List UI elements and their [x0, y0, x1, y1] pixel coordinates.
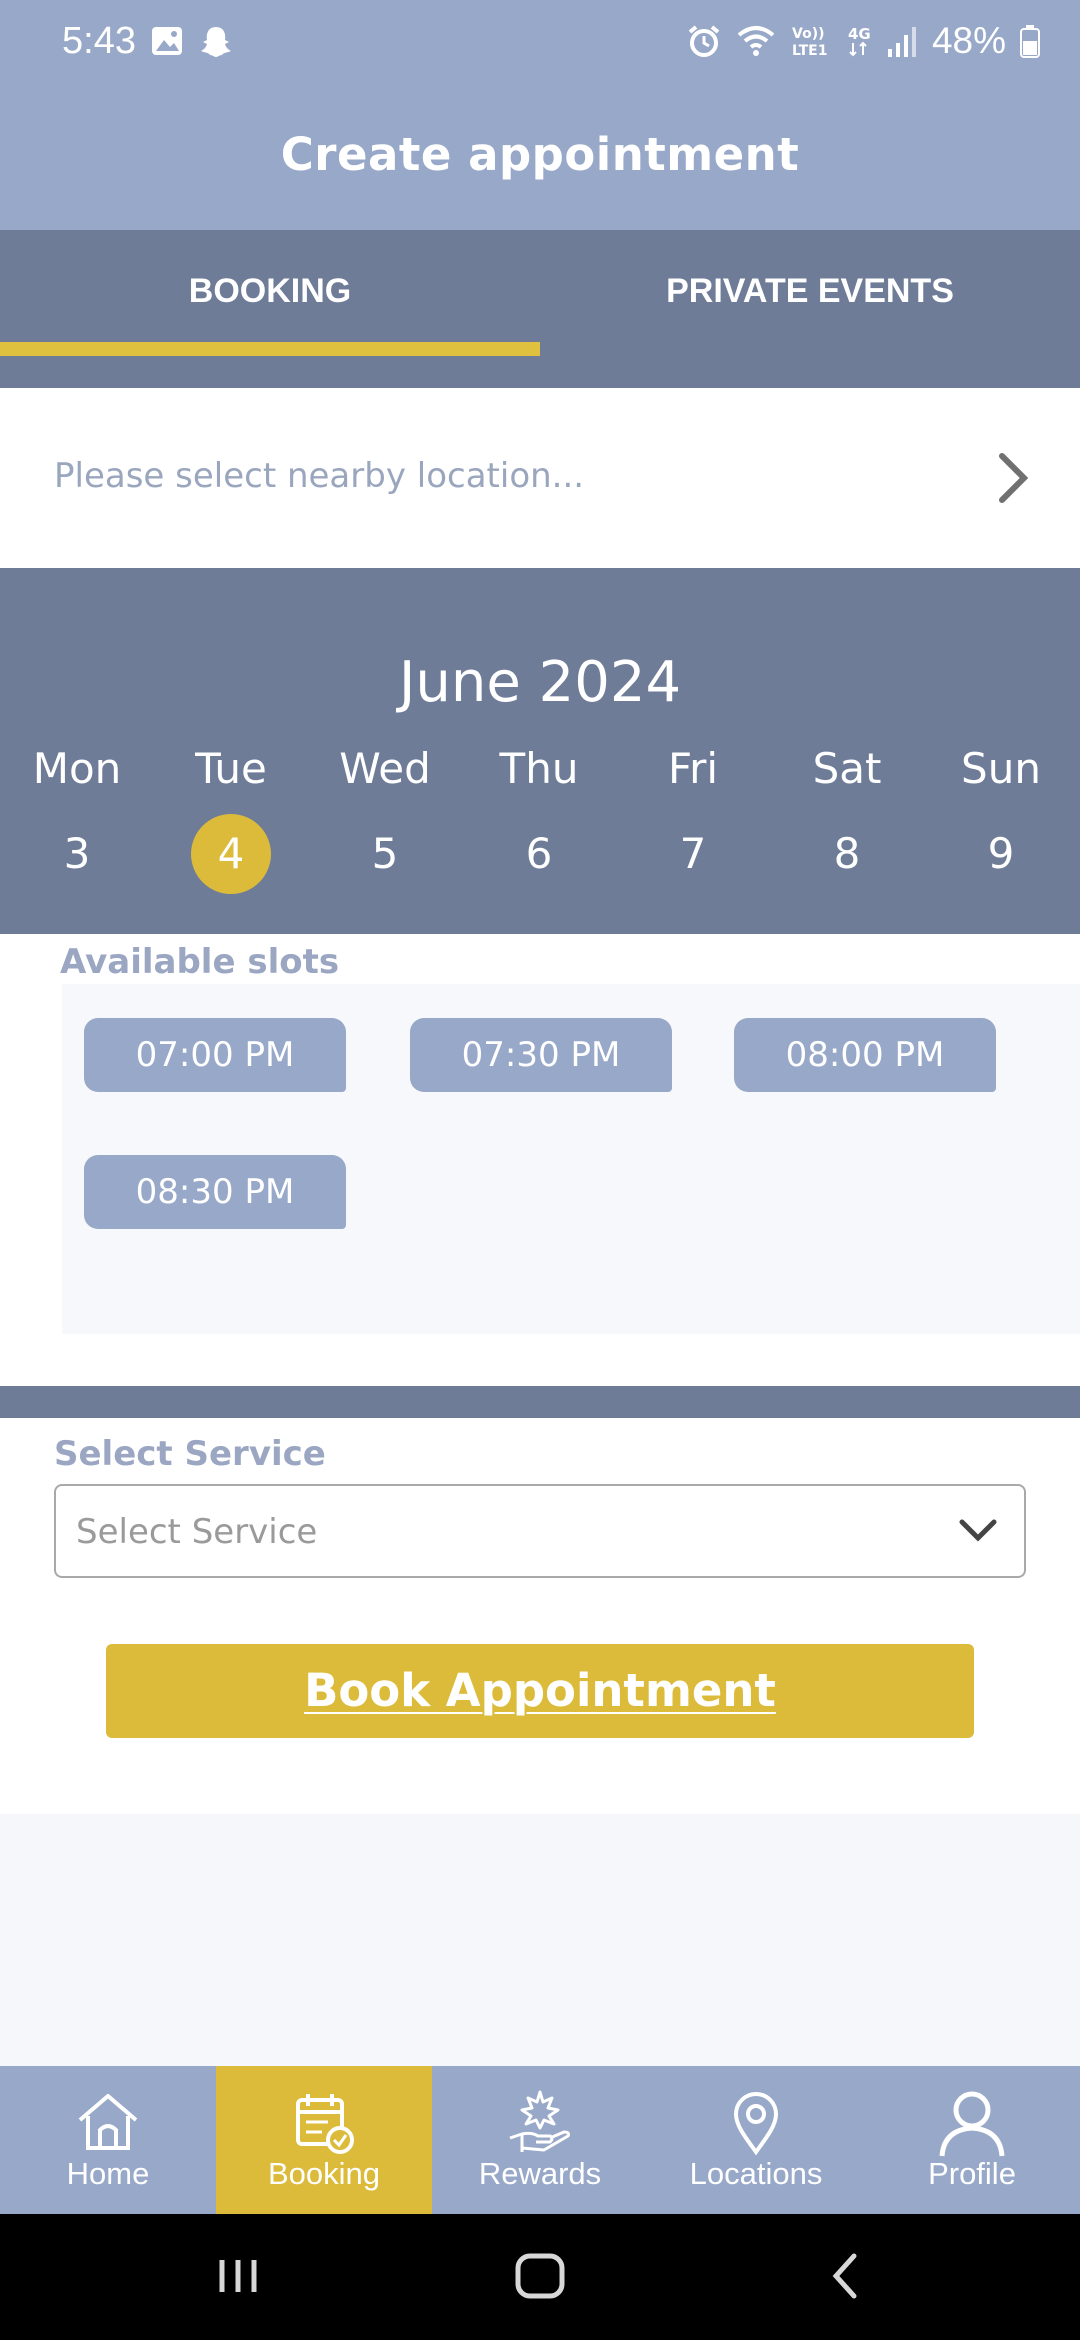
day-saturday[interactable]: Sat 8	[770, 744, 924, 894]
slots-panel: Available slots 07:00 PM 07:30 PM 08:00 …	[0, 934, 1080, 1386]
back-icon[interactable]	[824, 2246, 864, 2306]
tab-booking[interactable]: BOOKING	[0, 230, 540, 388]
chevron-right-icon	[999, 453, 1029, 503]
day-name: Tue	[195, 744, 267, 793]
status-bar: 5:43 Vo)) LTE1 4G 48%	[0, 0, 1080, 88]
home-icon	[78, 2094, 138, 2150]
nav-label: Locations	[689, 2156, 823, 2191]
location-selector[interactable]: Please select nearby location...	[0, 388, 1080, 568]
service-placeholder: Select Service	[76, 1512, 318, 1552]
day-sunday[interactable]: Sun 9	[924, 744, 1078, 894]
service-panel: Select Service Select Service Book Appoi…	[0, 1418, 1080, 1814]
4g-icon: 4G	[848, 25, 871, 57]
day-name: Thu	[499, 744, 579, 793]
chevron-down-icon	[959, 1519, 997, 1542]
slot-button[interactable]: 08:00 PM	[734, 1018, 996, 1092]
day-number-selected: 4	[191, 814, 271, 894]
tab-private-events[interactable]: PRIVATE EVENTS	[540, 230, 1080, 388]
week-calendar: June 2024 Mon 3 Tue 4 Wed 5 Thu 6 Fri 7 …	[0, 568, 1080, 934]
nav-home[interactable]: Home	[0, 2066, 216, 2214]
battery-icon	[1020, 25, 1040, 58]
nav-locations[interactable]: Locations	[648, 2066, 864, 2214]
svg-text:Vo)): Vo))	[792, 26, 824, 42]
nav-booking[interactable]: Booking	[216, 2066, 432, 2214]
nav-label: Home	[66, 2156, 150, 2191]
day-wednesday[interactable]: Wed 5	[308, 744, 462, 894]
signal-icon	[887, 27, 916, 57]
service-label: Select Service	[54, 1434, 326, 1474]
calendar-check-icon	[296, 2094, 354, 2154]
nav-label: Rewards	[478, 2156, 602, 2191]
book-appointment-button[interactable]: Book Appointment	[106, 1644, 974, 1738]
day-number: 7	[679, 829, 707, 878]
nav-rewards[interactable]: Rewards	[432, 2066, 648, 2214]
gallery-icon	[152, 27, 182, 55]
battery-percent: 48%	[931, 20, 1006, 61]
svg-text:LTE1: LTE1	[792, 43, 827, 59]
snapchat-icon	[201, 27, 231, 57]
nav-label: Profile	[928, 2156, 1016, 2191]
slot-button[interactable]: 07:30 PM	[410, 1018, 672, 1092]
day-monday[interactable]: Mon 3	[0, 744, 154, 894]
tab-bar: BOOKING PRIVATE EVENTS	[0, 230, 1080, 388]
slot-button[interactable]: 07:00 PM	[84, 1018, 346, 1092]
app-header: Create appointment	[0, 88, 1080, 230]
day-thursday[interactable]: Thu 6	[462, 744, 616, 894]
day-tuesday[interactable]: Tue 4	[154, 744, 308, 894]
alarm-icon	[688, 25, 720, 57]
recents-icon[interactable]	[214, 2246, 262, 2306]
day-number: 9	[987, 829, 1015, 878]
day-name: Mon	[32, 744, 122, 793]
svg-text:4G: 4G	[848, 25, 871, 43]
location-pin-icon	[733, 2092, 779, 2156]
day-number: 8	[833, 829, 861, 878]
day-name: Wed	[339, 744, 431, 793]
section-divider	[0, 1386, 1080, 1418]
day-name: Fri	[667, 744, 719, 793]
day-number: 6	[525, 829, 553, 878]
system-nav-bar	[0, 2214, 1080, 2340]
day-name: Sat	[812, 744, 882, 793]
day-number: 3	[63, 829, 91, 878]
rewards-icon	[509, 2090, 570, 2152]
bottom-nav: Home Booking Rewards Locations Profile	[0, 2066, 1080, 2214]
profile-icon	[939, 2091, 1005, 2157]
day-friday[interactable]: Fri 7	[616, 744, 770, 894]
tab-active-indicator	[0, 342, 540, 356]
slot-button[interactable]: 08:30 PM	[84, 1155, 346, 1229]
wifi-icon	[737, 26, 775, 56]
status-time: 5:43	[62, 20, 136, 62]
slots-title: Available slots	[60, 942, 340, 982]
day-name: Sun	[961, 744, 1041, 793]
page-title: Create appointment	[280, 128, 800, 181]
month-title: June 2024	[398, 650, 682, 715]
service-dropdown[interactable]: Select Service	[54, 1484, 1026, 1578]
day-number: 5	[371, 829, 399, 878]
nav-label: Booking	[267, 2156, 381, 2191]
home-button-icon[interactable]	[512, 2246, 568, 2306]
volte-icon: Vo))LTE1	[792, 26, 827, 59]
nav-profile[interactable]: Profile	[864, 2066, 1080, 2214]
location-placeholder: Please select nearby location...	[54, 456, 585, 496]
